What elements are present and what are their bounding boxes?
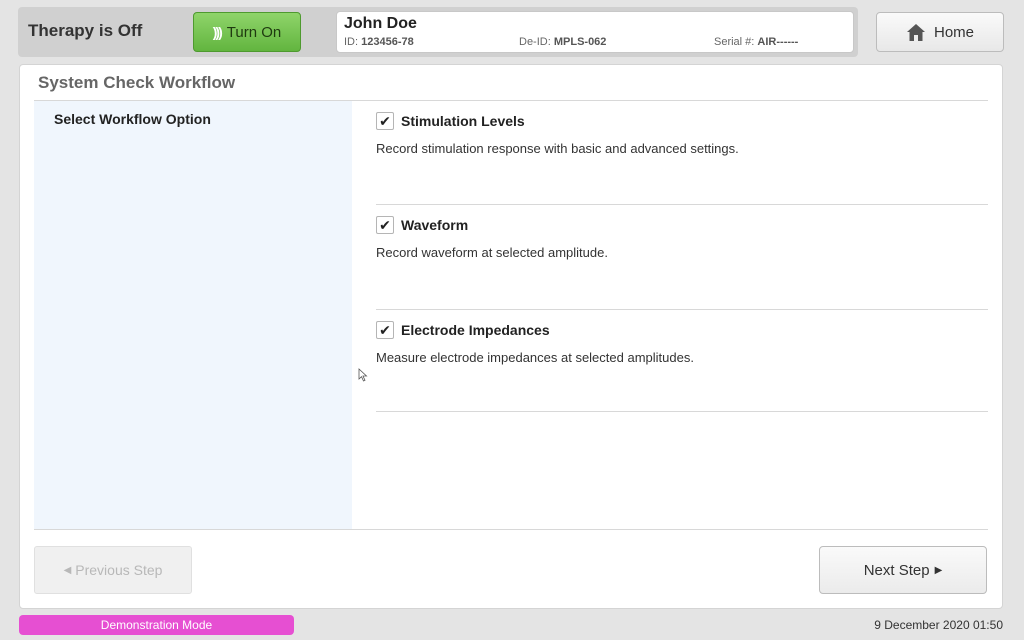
stimulation-levels-checkbox[interactable]: ✔	[376, 112, 394, 130]
patient-id: ID: 123456-78	[344, 36, 414, 48]
mouse-cursor-icon	[358, 368, 368, 382]
option-description: Measure electrode impedances at selected…	[376, 350, 694, 365]
patient-serial-label: Serial #:	[714, 36, 755, 48]
option-description: Record stimulation response with basic a…	[376, 141, 739, 156]
previous-step-button[interactable]: ◀ Previous Step	[34, 546, 192, 594]
workflow-panel: System Check Workflow Select Workflow Op…	[19, 64, 1003, 609]
home-icon	[906, 23, 925, 41]
patient-serial: Serial #: AIR------	[714, 36, 798, 48]
option-header: ✔ Electrode Impedances	[376, 321, 550, 339]
workflow-options-list: ✔ Stimulation Levels Record stimulation …	[376, 101, 988, 412]
option-electrode-impedances: ✔ Electrode Impedances Measure electrode…	[376, 310, 988, 412]
patient-deid-label: De-ID:	[519, 36, 551, 48]
option-title: Electrode Impedances	[401, 322, 550, 338]
waveform-checkbox[interactable]: ✔	[376, 216, 394, 234]
next-step-button[interactable]: Next Step ▶	[819, 546, 987, 594]
option-header: ✔ Waveform	[376, 216, 468, 234]
triangle-right-icon: ▶	[934, 564, 943, 576]
home-label: Home	[933, 23, 974, 41]
option-title: Waveform	[401, 217, 469, 233]
triangle-left-icon: ◀	[63, 564, 72, 576]
patient-name: John Doe	[344, 15, 417, 32]
signal-icon: )))	[212, 24, 223, 40]
checkmark-icon: ✔	[379, 112, 391, 129]
turn-on-label: Turn On	[226, 23, 282, 41]
option-stimulation-levels: ✔ Stimulation Levels Record stimulation …	[376, 101, 988, 205]
page-title: System Check Workflow	[38, 73, 236, 92]
option-waveform: ✔ Waveform Record waveform at selected a…	[376, 205, 988, 310]
previous-step-label: Previous Step	[75, 562, 163, 578]
next-step-label: Next Step	[863, 561, 930, 579]
checkmark-icon: ✔	[379, 216, 391, 233]
option-header: ✔ Stimulation Levels	[376, 112, 525, 130]
electrode-impedances-checkbox[interactable]: ✔	[376, 321, 394, 339]
patient-deid-value: MPLS-062	[553, 36, 607, 48]
top-bar: Therapy is Off ))) Turn On John Doe ID: …	[18, 7, 858, 57]
patient-id-value: 123456-78	[361, 36, 414, 48]
patient-info: John Doe ID: 123456-78 De-ID: MPLS-062 S…	[336, 11, 854, 53]
checkmark-icon: ✔	[379, 321, 391, 338]
option-title: Stimulation Levels	[401, 113, 525, 129]
option-label-column: Select Workflow Option	[34, 101, 352, 529]
select-workflow-label: Select Workflow Option	[54, 111, 211, 127]
home-button[interactable]: Home	[876, 12, 1004, 52]
therapy-status: Therapy is Off	[28, 21, 143, 40]
patient-deid: De-ID: MPLS-062	[519, 36, 606, 48]
option-description: Record waveform at selected amplitude.	[376, 245, 608, 260]
footer-divider	[34, 529, 988, 530]
datetime: 9 December 2020 01:50	[874, 618, 1003, 632]
patient-serial-value: AIR------	[757, 36, 799, 48]
demonstration-mode-badge: Demonstration Mode	[19, 615, 294, 635]
patient-id-label: ID:	[344, 36, 359, 48]
turn-on-button[interactable]: ))) Turn On	[193, 12, 301, 52]
